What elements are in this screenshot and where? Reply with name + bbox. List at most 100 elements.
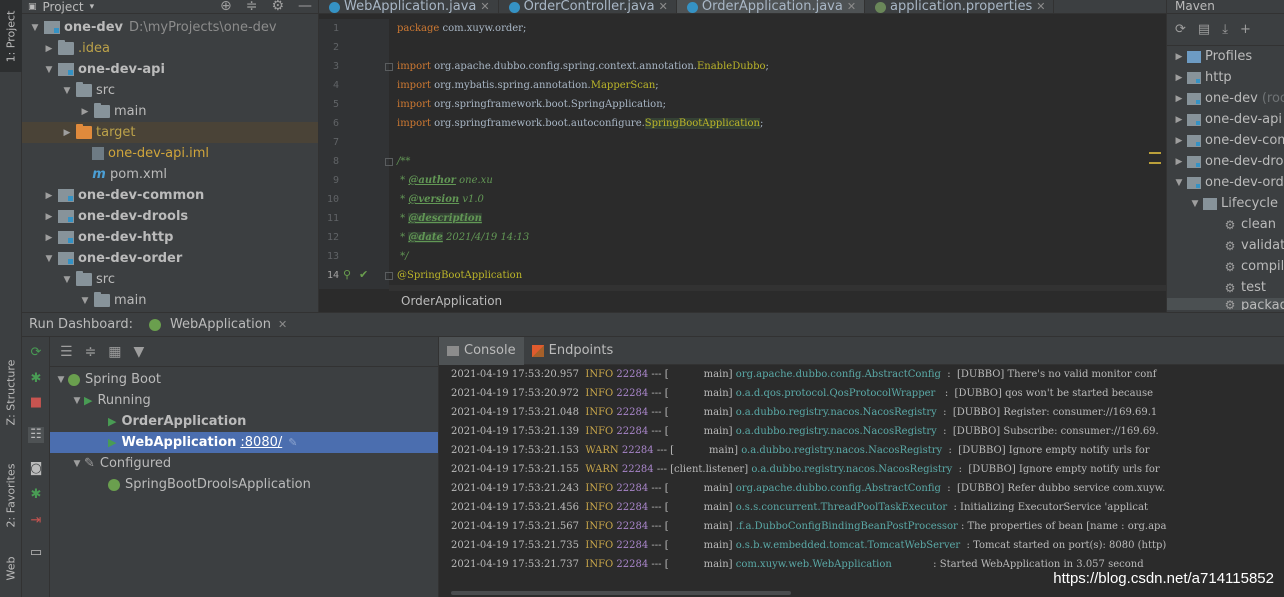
tree-node-target[interactable]: ▶ target	[22, 122, 318, 143]
run-node-drools-application[interactable]: SpringBootDroolsApplication	[50, 474, 438, 495]
collapsed-arrow-icon[interactable]: ▶	[1171, 52, 1187, 62]
code-area[interactable]: package com.xuyw.order; import org.apach…	[389, 19, 1167, 304]
expanded-arrow-icon[interactable]: ▼	[42, 254, 56, 264]
expanded-arrow-icon[interactable]: ▼	[60, 86, 74, 96]
maven-goal-test[interactable]: ⚙ test	[1167, 277, 1284, 298]
tree-node-src[interactable]: ▼ src	[22, 269, 318, 290]
maven-goal-package[interactable]: ⚙package	[1167, 298, 1284, 310]
project-panel-title[interactable]: Project	[43, 0, 84, 14]
chevron-down-icon[interactable]: ▾	[90, 2, 95, 12]
expanded-arrow-icon[interactable]: ▼	[42, 65, 56, 75]
structure-tool-tab[interactable]: Z: Structure	[0, 350, 22, 434]
tree-node-src[interactable]: ▼ src	[22, 80, 318, 101]
locate-icon[interactable]: ⊕	[220, 0, 232, 14]
expanded-arrow-icon[interactable]: ▼	[54, 375, 68, 385]
panels-icon[interactable]: ▭	[28, 545, 44, 561]
maven-node-one-dev-drools[interactable]: ▶ one-dev-droo	[1167, 151, 1284, 172]
run-node-running[interactable]: ▼ ▶ Running	[50, 390, 438, 411]
editor-tab-order-controller[interactable]: OrderController.java ✕	[499, 0, 677, 13]
run-node-spring-boot[interactable]: ▼ Spring Boot	[50, 369, 438, 390]
maven-goal-validate[interactable]: ⚙validate	[1167, 235, 1284, 256]
expanded-arrow-icon[interactable]: ▼	[60, 275, 74, 285]
collapsed-arrow-icon[interactable]: ▶	[1171, 73, 1187, 83]
favorites-tool-tab[interactable]: 2: Favorites	[0, 450, 22, 540]
collapsed-arrow-icon[interactable]: ▶	[60, 128, 74, 138]
tree-node-idea[interactable]: ▶ .idea	[22, 38, 318, 59]
maven-node-one-dev[interactable]: ▶one-dev(roo	[1167, 88, 1284, 109]
tree-node-iml[interactable]: one-dev-api.iml	[22, 143, 318, 164]
expanded-arrow-icon[interactable]: ▼	[70, 396, 84, 406]
editor-breadcrumb[interactable]: OrderApplication	[389, 290, 1167, 310]
maven-node-one-dev-api[interactable]: ▶ one-dev-api	[1167, 109, 1284, 130]
expanded-arrow-icon[interactable]: ▼	[70, 459, 84, 469]
expanded-arrow-icon[interactable]: ▼	[28, 23, 42, 33]
error-stripe-marker[interactable]	[1149, 152, 1161, 154]
project-tool-tab[interactable]: 1: Project	[0, 0, 22, 72]
run-tab-web-application[interactable]: WebApplication ✕	[148, 317, 287, 332]
maven-goal-compile[interactable]: ⚙compile	[1167, 256, 1284, 277]
add-folder-icon[interactable]: ▤	[1198, 22, 1210, 37]
hide-icon[interactable]: —	[298, 0, 312, 14]
tree-node-root[interactable]: ▼ one-dev D:\myProjects\one-dev	[22, 17, 318, 38]
editor-tab-web-application[interactable]: WebApplication.java ✕	[319, 0, 499, 13]
expanded-arrow-icon[interactable]: ▼	[78, 296, 92, 306]
maven-goal-clean[interactable]: ⚙ clean	[1167, 214, 1284, 235]
collapsed-arrow-icon[interactable]: ▶	[42, 233, 56, 243]
editor-tab-order-application[interactable]: OrderApplication.java ✕	[676, 0, 866, 13]
tree-node-main[interactable]: ▶ main	[22, 101, 318, 122]
collapsed-arrow-icon[interactable]: ▶	[42, 44, 56, 54]
spring-bean-icon[interactable]: ✔	[359, 268, 368, 281]
horizontal-scrollbar[interactable]	[451, 591, 791, 595]
web-tool-tab[interactable]: Web	[0, 548, 22, 588]
edit-icon[interactable]: ✎	[288, 436, 297, 449]
tree-node-one-dev-common[interactable]: ▶ one-dev-common	[22, 185, 318, 206]
download-icon[interactable]: ⤓	[1222, 22, 1228, 37]
debug-services-icon[interactable]: ✱	[28, 487, 44, 503]
collapsed-arrow-icon[interactable]: ▶	[78, 107, 92, 117]
camera-icon[interactable]: ◙	[28, 461, 44, 477]
run-node-order-application[interactable]: ▶ OrderApplication	[50, 411, 438, 432]
maven-node-one-dev-common[interactable]: ▶ one-dev-com	[1167, 130, 1284, 151]
tree-node-pom[interactable]: m pom.xml	[22, 164, 318, 185]
expand-all-icon[interactable]: ☰	[60, 344, 73, 360]
close-icon[interactable]: ✕	[1036, 1, 1045, 13]
tab-console[interactable]: Console	[439, 337, 524, 365]
bean-navigation-icon[interactable]: ⚲	[343, 268, 351, 281]
collapsed-arrow-icon[interactable]: ▶	[1171, 136, 1187, 146]
run-node-configured[interactable]: ▼ ✎ Configured	[50, 453, 438, 474]
maven-node-profiles[interactable]: ▶ Profiles	[1167, 46, 1284, 67]
tree-node-one-dev-http[interactable]: ▶ one-dev-http	[22, 227, 318, 248]
tree-node-one-dev-order[interactable]: ▼ one-dev-order	[22, 248, 318, 269]
debug-icon[interactable]: ✱	[28, 371, 44, 387]
close-icon[interactable]: ✕	[847, 1, 856, 13]
close-icon[interactable]: ✕	[278, 318, 287, 331]
add-icon[interactable]: +	[1240, 22, 1251, 37]
tree-node-one-dev-drools[interactable]: ▶ one-dev-drools	[22, 206, 318, 227]
filter-icon[interactable]: ▼	[134, 344, 145, 360]
run-node-web-application[interactable]: ▶ WebApplication:8080/✎	[50, 432, 438, 453]
maven-node-one-dev-order[interactable]: ▼ one-dev-orde	[1167, 172, 1284, 193]
gear-icon[interactable]: ⚙	[271, 0, 284, 14]
collapsed-arrow-icon[interactable]: ▶	[1171, 115, 1187, 125]
expanded-arrow-icon[interactable]: ▼	[1171, 178, 1187, 188]
expanded-arrow-icon[interactable]: ▼	[1187, 199, 1203, 209]
collapse-all-icon[interactable]: ≑	[85, 344, 97, 360]
tree-node-main[interactable]: ▼ main	[22, 290, 318, 311]
collapsed-arrow-icon[interactable]: ▶	[42, 212, 56, 222]
reload-icon[interactable]: ⟳	[1175, 22, 1186, 37]
tab-endpoints[interactable]: Endpoints	[524, 337, 622, 365]
maven-node-lifecycle[interactable]: ▼ Lifecycle	[1167, 193, 1284, 214]
maven-node-http[interactable]: ▶ http	[1167, 67, 1284, 88]
tree-node-one-dev-api[interactable]: ▼ one-dev-api	[22, 59, 318, 80]
collapse-all-icon[interactable]: ≑	[246, 0, 258, 14]
collapsed-arrow-icon[interactable]: ▶	[1171, 94, 1187, 104]
exit-icon[interactable]: ⇥	[28, 513, 44, 529]
stop-icon[interactable]: ■	[28, 395, 44, 411]
rerun-icon[interactable]: ⟳	[28, 345, 44, 361]
group-icon[interactable]: ▦	[108, 344, 121, 360]
error-stripe-marker[interactable]	[1149, 162, 1161, 164]
collapsed-arrow-icon[interactable]: ▶	[42, 191, 56, 201]
close-icon[interactable]: ✕	[659, 1, 668, 13]
close-icon[interactable]: ✕	[480, 1, 489, 13]
layout-icon[interactable]: ☷	[28, 427, 44, 443]
